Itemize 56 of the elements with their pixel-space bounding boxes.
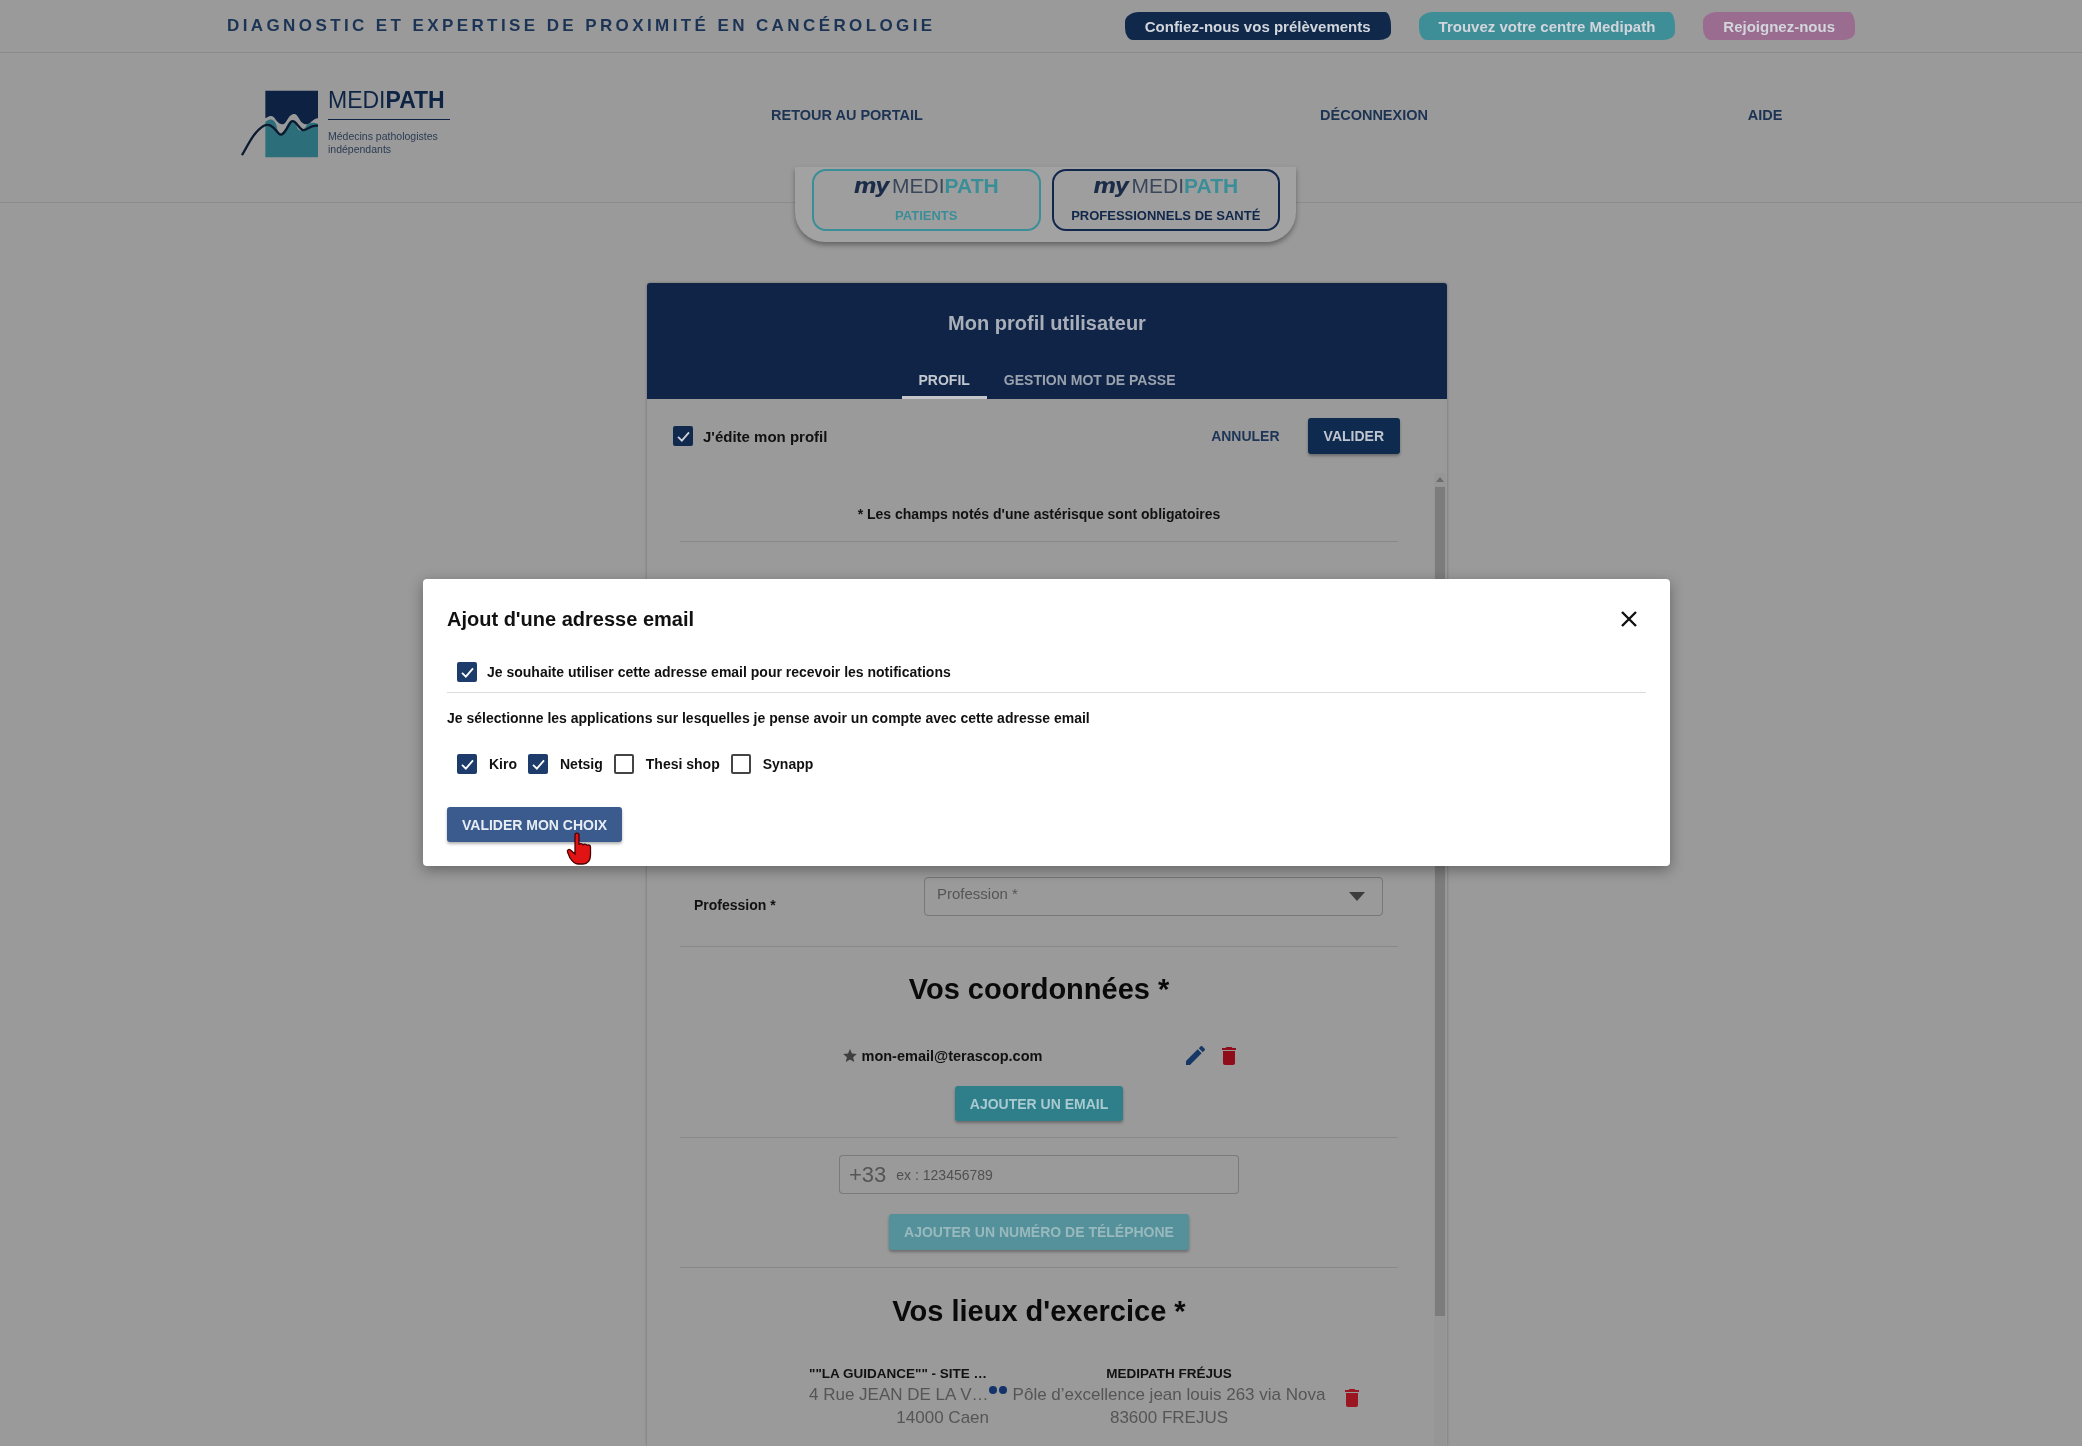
check-icon — [676, 430, 690, 442]
workplace-city: 83600 FREJUS — [1109, 1407, 1229, 1429]
check-icon — [531, 758, 545, 770]
logo-mark-icon — [240, 88, 318, 160]
section-heading: Vos coordonnées * — [908, 972, 1170, 1006]
workplace-address: 4 Rue JEAN DE LA V… — [809, 1384, 989, 1406]
email-address: mon-email@terascop.com — [861, 1047, 1043, 1064]
nav-link[interactable]: AIDE — [1747, 107, 1783, 123]
checkbox-label: Je souhaite utiliser cette adresse email pour recevoir les notifications — [487, 664, 951, 680]
checkbox[interactable] — [673, 426, 693, 446]
logo-tagline: Médecins pathologistes indépendants — [328, 130, 439, 156]
checkbox-label: Netsig — [560, 756, 603, 772]
tab[interactable]: PROFIL — [901, 372, 987, 399]
pill-link[interactable]: Confiez-nous vos prélèvements — [1124, 12, 1391, 40]
profession-select[interactable]: Profession * — [924, 877, 1383, 916]
checkbox[interactable] — [457, 754, 477, 774]
card-title: Mon profil utilisateur — [948, 312, 1146, 335]
cancel-button[interactable]: ANNULER — [1203, 428, 1288, 444]
dots-icon[interactable] — [989, 1386, 1007, 1394]
close-icon[interactable] — [1621, 611, 1637, 627]
space-button[interactable]: my MEDIPATH PROFESSIONNELS DE SANTÉ — [1051, 169, 1280, 231]
tab[interactable]: GESTION MOT DE PASSE — [986, 372, 1193, 399]
checkbox-label: Kiro — [489, 756, 517, 772]
workplace-name: MEDIPATH FRÉJUS — [1106, 1365, 1232, 1383]
section-heading: Vos lieux d'exercice * — [892, 1294, 1186, 1328]
checkbox[interactable] — [613, 754, 634, 774]
pill-link[interactable]: Trouvez votre centre Medipath — [1418, 12, 1676, 40]
workplace-city: 14000 Caen — [896, 1407, 989, 1429]
submit-button[interactable]: VALIDER — [1307, 418, 1400, 454]
delete-icon[interactable] — [1221, 1046, 1236, 1065]
checkbox[interactable] — [730, 754, 751, 774]
checkbox-label: Thesi shop — [645, 756, 720, 772]
logo-name: MEDIPATH — [328, 88, 450, 120]
checkbox-label: J'édite mon profil — [703, 427, 828, 445]
dialog-prompt: Je sélectionne les applications sur lesquelles je pense avoir un compte avec cette adresse email — [447, 709, 1091, 727]
pill-link[interactable]: Rejoignez-nous — [1703, 12, 1855, 40]
check-icon — [460, 758, 474, 770]
checkbox-label: Synapp — [762, 756, 814, 772]
nav-link[interactable]: RETOUR AU PORTAIL — [771, 107, 923, 123]
edit-icon[interactable] — [1185, 1046, 1205, 1065]
dialog-title: Ajout d'une adresse email — [447, 607, 695, 632]
check-icon — [460, 666, 474, 678]
add-email-button[interactable]: AJOUTER UN EMAIL — [954, 1086, 1124, 1121]
field-label: Profession * — [693, 897, 777, 913]
checkbox[interactable] — [528, 754, 548, 774]
workplace-name: ""LA GUIDANCE"" - SITE … — [809, 1365, 988, 1383]
nav-link[interactable]: DÉCONNEXION — [1320, 107, 1428, 123]
required-note: * Les champs notés d'une astérisque sont obligatoires — [856, 505, 1222, 523]
space-button[interactable]: my MEDIPATH PATIENTS — [812, 169, 1041, 231]
caret-icon — [1349, 892, 1365, 901]
submit-button[interactable]: VALIDER MON CHOIX — [447, 807, 623, 842]
workplace-address: Pôle d’excellence jean louis 263 via Nova — [1012, 1384, 1326, 1406]
checkbox[interactable] — [457, 662, 477, 682]
tagline: DIAGNOSTIC ET EXPERTISE DE PROXIMITÉ EN CANCÉROLOGIE — [227, 16, 936, 36]
hand-pointer-icon — [566, 832, 592, 865]
delete-icon[interactable] — [1345, 1389, 1359, 1407]
